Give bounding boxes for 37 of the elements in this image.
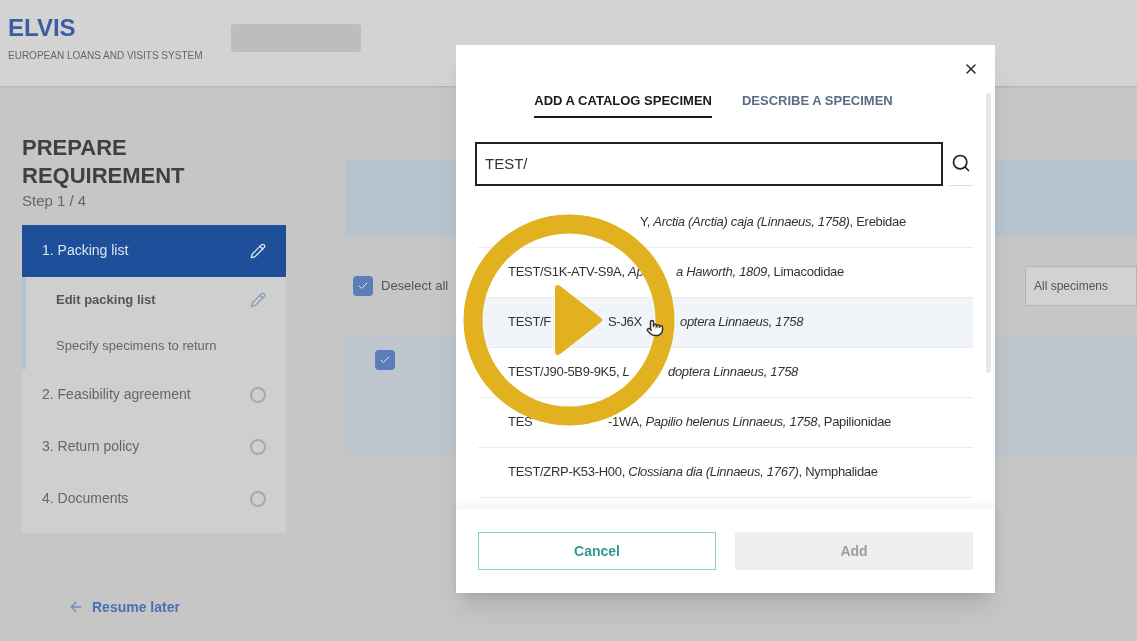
tab[interactable]: ADD A CATALOG SPECIMEN (534, 91, 712, 118)
pencil-icon (250, 291, 266, 308)
result-text: TEST/F (508, 313, 551, 332)
result-text: doptera Linnaeus, 1758 (668, 363, 798, 382)
step-item[interactable]: 2. Feasibility agreement (22, 368, 286, 421)
checkmark-icon (357, 280, 369, 292)
step-item[interactable]: 4. Documents (22, 472, 286, 525)
result-text: TEST/J90-5B9-9K5, L (508, 363, 630, 382)
checkmark-icon (379, 354, 391, 366)
page-title: PREPARE REQUIREMENT (22, 134, 186, 190)
pencil-icon (250, 242, 266, 259)
substep-item[interactable]: Specify specimens to return (26, 322, 286, 369)
tab[interactable]: DESCRIBE A SPECIMEN (741, 91, 893, 118)
result-text: a Haworth, 1809, Limacodidae (676, 263, 844, 282)
step-item[interactable]: 1. Packing list (22, 224, 286, 277)
checkbox[interactable] (353, 276, 373, 296)
back-arrow-icon (68, 599, 84, 615)
result-text: S-J6X (608, 313, 642, 332)
logo: ELVIS (8, 16, 77, 40)
cancel-button[interactable]: Cancel (478, 532, 716, 570)
hand-cursor-icon (646, 318, 664, 338)
step-item[interactable]: 3. Return policy (22, 420, 286, 473)
resume-later-link[interactable]: Resume later (92, 596, 180, 618)
result-text: TEST/ZRP-K53-H00, Clossiana dia (Linnaeus, 1767), Nymphalidae (508, 463, 878, 482)
result-text: optera Linnaeus, 1758 (680, 313, 804, 332)
step-counter: Step 1 / 4 (22, 191, 88, 211)
logo-subtitle: EUROPEAN LOANS AND VISITS SYSTEM (8, 49, 203, 63)
scrollbar[interactable] (986, 93, 991, 373)
checkbox[interactable] (375, 350, 395, 370)
deselect-all-label: Deselect all (381, 277, 449, 296)
result-text: -1WA, Papilio helenus Linnaeus, 1758, Papilionidae (608, 413, 891, 432)
result-text: Y, Arctia (Arctia) caja (Linnaeus, 1758), Erebidae (640, 213, 906, 232)
result-text: TES (508, 413, 533, 432)
substep-item[interactable]: Edit packing list (26, 276, 286, 323)
search-field[interactable]: TEST/ (475, 141, 944, 186)
filter-dropdown[interactable]: All specimens (1025, 266, 1137, 306)
search-icon (951, 153, 972, 173)
